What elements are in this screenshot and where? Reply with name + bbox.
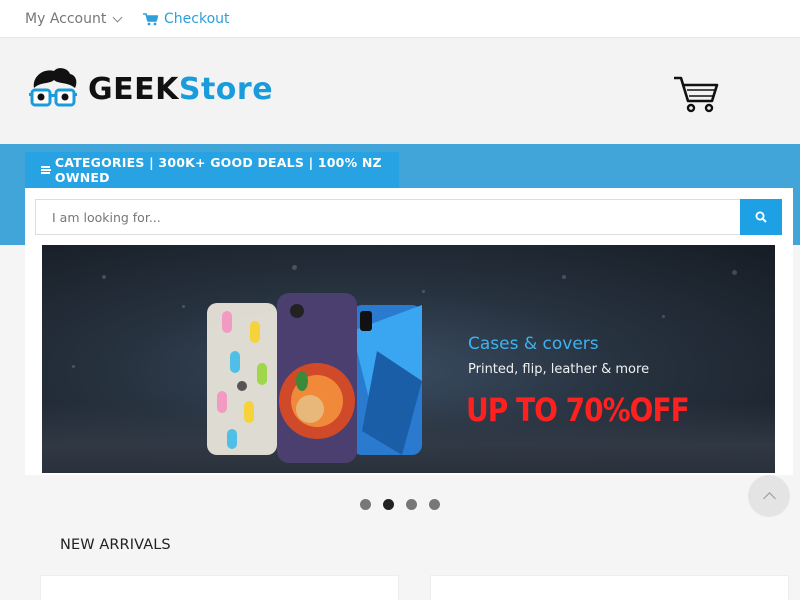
geek-mascot-icon <box>29 68 77 107</box>
menu-icon <box>41 166 51 174</box>
dust-particle <box>292 265 297 270</box>
product-card[interactable] <box>430 575 789 600</box>
chevron-down-icon <box>112 12 123 22</box>
dust-particle <box>732 270 737 275</box>
search-icon <box>755 211 767 223</box>
promo-banner[interactable]: Cases & covers Printed, flip, leather & … <box>42 245 775 473</box>
cart-icon <box>143 12 158 25</box>
logo-text: GEEKStore <box>88 72 273 107</box>
dust-particle <box>72 365 75 368</box>
dust-particle <box>662 315 665 318</box>
carousel-dot[interactable] <box>360 499 371 510</box>
my-account-dropdown[interactable]: My Account <box>25 11 123 27</box>
shopping-cart-icon <box>674 76 719 113</box>
logo-text-geek: GEEK <box>88 72 179 107</box>
phone-cases-image <box>207 293 422 463</box>
site-header: GEEKStore <box>0 38 800 144</box>
categories-button[interactable]: CATEGORIES | 300K+ GOOD DEALS | 100% NZ … <box>25 152 399 188</box>
carousel-dots <box>360 499 440 510</box>
geekstore-logo[interactable]: GEEKStore <box>28 66 298 116</box>
carousel-dot-active[interactable] <box>383 499 394 510</box>
my-account-label: My Account <box>25 11 107 27</box>
cart-button[interactable] <box>672 74 720 114</box>
dust-particle <box>102 275 106 279</box>
search-input[interactable] <box>35 199 741 235</box>
scroll-to-top-button[interactable] <box>748 475 790 517</box>
chevron-up-icon <box>762 491 776 505</box>
carousel-dot[interactable] <box>429 499 440 510</box>
banner-title: Cases & covers <box>468 334 599 354</box>
checkout-label: Checkout <box>164 11 230 27</box>
categories-label: CATEGORIES | 300K+ GOOD DEALS | 100% NZ … <box>54 155 382 185</box>
product-card[interactable] <box>40 575 399 600</box>
logo-text-store: Store <box>178 72 274 107</box>
banner-subtitle: Printed, flip, leather & more <box>468 362 650 377</box>
carousel-dot[interactable] <box>406 499 417 510</box>
search-button[interactable] <box>740 199 782 235</box>
dust-particle <box>562 275 566 279</box>
dust-particle <box>182 305 185 308</box>
section-title: NEW ARRIVALS <box>60 537 171 553</box>
checkout-link[interactable]: Checkout <box>143 11 230 27</box>
banner-promo: UP TO 70%OFF <box>466 391 690 429</box>
top-bar: My Account Checkout <box>0 0 800 38</box>
